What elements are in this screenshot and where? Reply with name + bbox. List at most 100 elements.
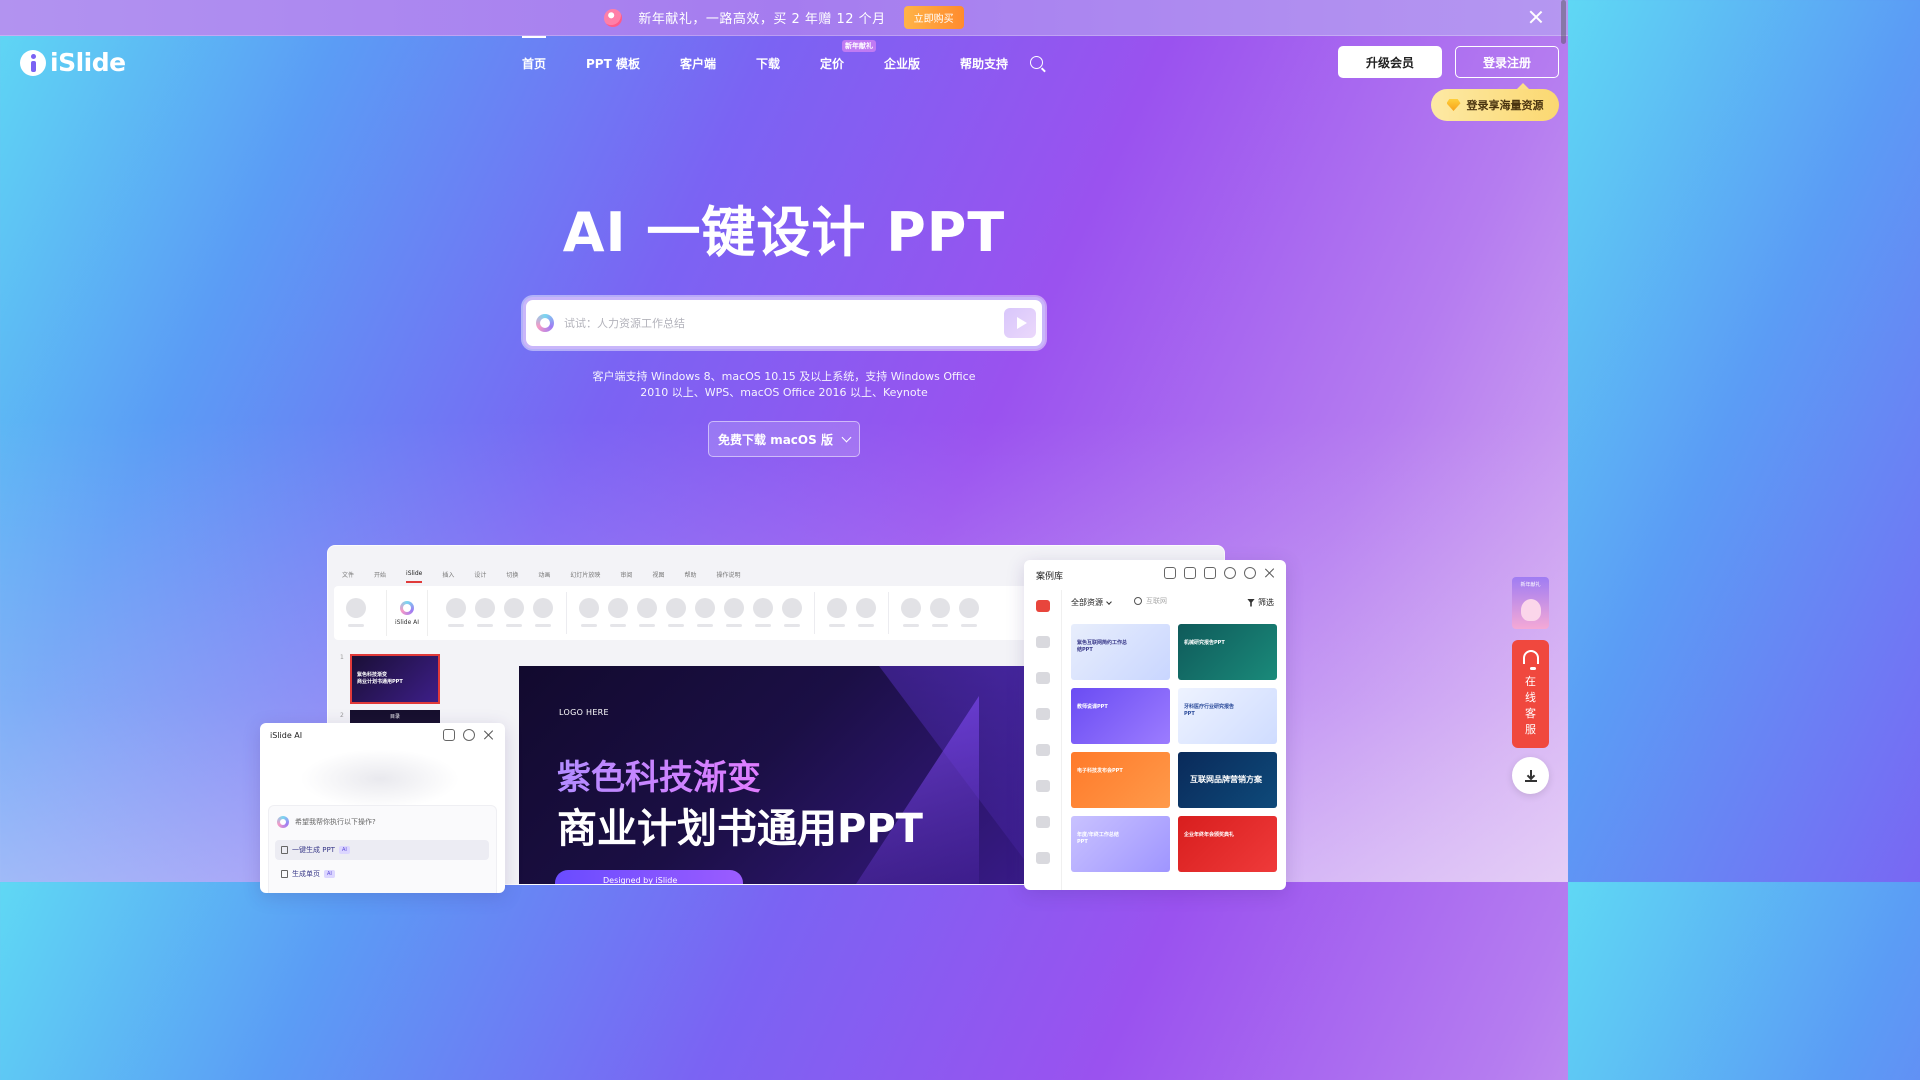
ribbon-button-icon	[346, 598, 366, 618]
case-library-title: 案例库	[1036, 572, 1064, 582]
ribbon-label-placeholder	[535, 624, 551, 627]
download-float-button[interactable]	[1512, 757, 1549, 794]
nav-item-pricing[interactable]: 定价 新年献礼	[820, 40, 877, 72]
swap-icon[interactable]	[1204, 567, 1216, 579]
new-year-promo-card[interactable]: 新年献礼	[1512, 577, 1549, 629]
picture-icon[interactable]	[1184, 567, 1196, 579]
image-icon[interactable]	[1036, 816, 1050, 828]
case-card[interactable]: 年度/年终工作总结PPT	[1071, 816, 1170, 872]
collapse-icon[interactable]	[443, 729, 455, 741]
ai-option-generate-page[interactable]: 生成单页 AI	[275, 864, 489, 884]
case-card-title: 机械研究报告PPT	[1184, 640, 1225, 646]
ribbon-divider	[814, 592, 815, 634]
case-card-title: 牙科医疗行业研究报告PPT	[1184, 704, 1235, 717]
islide-logo-icon	[20, 49, 46, 76]
search-icon	[1134, 597, 1142, 605]
download-macos-button[interactable]: 免费下载 macOS 版	[708, 421, 860, 457]
resource-filter-label: 全部资源	[1071, 598, 1103, 607]
refresh-icon[interactable]	[1224, 567, 1236, 579]
table-icon[interactable]	[1036, 744, 1050, 756]
ribbon-button-icon	[959, 598, 979, 618]
case-card[interactable]: 电子科技发布会PPT	[1071, 752, 1170, 808]
case-card[interactable]: 机械研究报告PPT	[1178, 624, 1277, 680]
collapse-icon[interactable]	[1164, 567, 1176, 579]
nav-item-client[interactable]: 客户端	[680, 54, 716, 72]
ai-orb-icon	[536, 314, 554, 332]
case-search-placeholder: 互联网	[1146, 597, 1167, 605]
palette-icon[interactable]	[1036, 672, 1050, 684]
ribbon-label-placeholder	[348, 624, 364, 627]
case-library-toolbar	[1164, 567, 1276, 579]
ribbon-button-icon	[930, 598, 950, 618]
layout-icon[interactable]	[1036, 636, 1050, 648]
case-search[interactable]: 互联网	[1134, 596, 1167, 606]
case-card[interactable]: 牙科医疗行业研究报告PPT	[1178, 688, 1277, 744]
slide-subtitle: 紫色科技渐变	[557, 750, 761, 799]
nav-item-enterprise[interactable]: 企业版	[884, 54, 920, 72]
scrollbar[interactable]	[1561, 0, 1566, 44]
case-library-sidebar	[1024, 590, 1062, 890]
diamond-icon	[1446, 99, 1461, 111]
ppt-tab: 审阅	[620, 572, 633, 579]
nav-item-help[interactable]: 帮助支持	[960, 54, 1008, 72]
case-grid: 紫色互联网简约工作总结PPT 机械研究报告PPT 教师说课PPT 牙科医疗行业研究报告…	[1071, 624, 1277, 872]
online-service-label: 在线客服	[1525, 675, 1536, 736]
case-card[interactable]: 紫色互联网简约工作总结PPT	[1071, 624, 1170, 680]
logo[interactable]: iSlide	[20, 48, 126, 77]
help-icon[interactable]	[463, 729, 475, 741]
ppt-tab: 插入	[442, 572, 455, 579]
compass-icon[interactable]	[1036, 852, 1050, 864]
case-card[interactable]: 企业年终年会颁奖典礼	[1178, 816, 1277, 872]
ribbon-label-placeholder	[726, 624, 742, 627]
online-service-button[interactable]: 在线客服	[1512, 640, 1549, 748]
ai-question-text: 希望我帮你执行以下操作?	[295, 818, 376, 826]
upgrade-button[interactable]: 升级会员	[1338, 46, 1442, 78]
ai-option-generate-ppt[interactable]: 一键生成 PPT AI	[275, 840, 489, 860]
chart-icon[interactable]	[1036, 708, 1050, 720]
close-icon[interactable]	[1264, 567, 1276, 579]
buy-now-button[interactable]: 立即购买	[903, 6, 964, 29]
close-icon[interactable]	[1528, 9, 1544, 25]
ribbon-label-placeholder	[903, 624, 919, 627]
ppt-tab: 幻灯片放映	[570, 572, 601, 579]
nav-item-home[interactable]: 首页	[522, 36, 547, 72]
slide-logo-placeholder: LOGO HERE	[559, 708, 609, 717]
nav-item-templates[interactable]: PPT 模板	[586, 54, 640, 72]
resource-filter-dropdown[interactable]: 全部资源	[1071, 597, 1112, 608]
ai-prompt-input[interactable]	[564, 316, 984, 330]
ribbon-divider	[566, 592, 567, 634]
system-requirements-note: 客户端支持 Windows 8、macOS 10.15 及以上系统，支持 Win…	[580, 369, 988, 401]
send-button[interactable]	[1004, 308, 1036, 338]
ribbon-button-icon	[579, 598, 599, 618]
case-card[interactable]: 教师说课PPT	[1071, 688, 1170, 744]
ribbon-label-placeholder	[610, 624, 626, 627]
ai-option-label: 生成单页	[292, 870, 320, 878]
thumbnail-title-line-1: 紫色科技渐变	[357, 672, 388, 678]
case-card-title: 电子科技发布会PPT	[1077, 768, 1123, 774]
help-icon[interactable]	[1244, 567, 1256, 579]
screen-button[interactable]: 筛选	[1247, 597, 1274, 608]
ribbon-label-placeholder	[477, 624, 493, 627]
case-card[interactable]: 互联网品牌营销方案	[1178, 752, 1277, 808]
case-card-title: 年度/年终工作总结PPT	[1077, 832, 1119, 845]
case-card-title: 紫色互联网简约工作总结PPT	[1077, 640, 1128, 653]
ribbon-button-icon	[901, 598, 921, 618]
chevron-down-icon	[1106, 598, 1112, 605]
islide-ai-panel: iSlide AI 希望我帮你执行以下操作? 一键生成 PPT AI 生成单页 …	[260, 723, 505, 893]
nav-item-download[interactable]: 下载	[756, 54, 780, 72]
ribbon-label-placeholder	[448, 624, 464, 627]
ppt-tab: 帮助	[684, 572, 697, 579]
shape-icon[interactable]	[1036, 780, 1050, 792]
ppt-tab: 切换	[506, 572, 519, 579]
search-icon[interactable]	[1030, 56, 1043, 69]
ribbon-label-placeholder	[784, 624, 800, 627]
video-icon[interactable]	[1036, 600, 1050, 612]
close-icon[interactable]	[483, 729, 495, 741]
ppt-tab-islide: iSlide	[406, 570, 423, 583]
ribbon-button-icon	[637, 598, 657, 618]
thumbnail-2-title: 目录	[390, 714, 401, 720]
login-button[interactable]: 登录注册	[1455, 46, 1559, 78]
ai-panel-toolbar	[443, 729, 495, 741]
login-tip[interactable]: 登录享海量资源	[1431, 83, 1559, 121]
ribbon-label-placeholder	[581, 624, 597, 627]
